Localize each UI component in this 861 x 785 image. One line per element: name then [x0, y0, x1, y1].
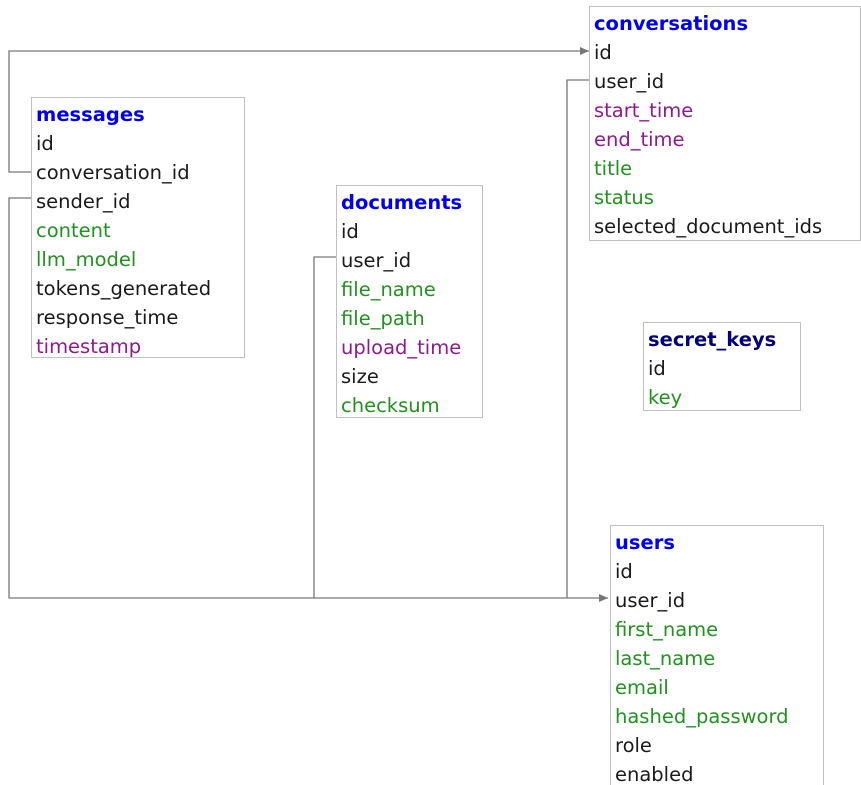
er-diagram-canvas: messages id conversation_id sender_id co…	[0, 0, 861, 785]
link-conversations-user-id-to-users-user-id	[566, 79, 591, 598]
table-title: messages	[36, 103, 145, 126]
field-end-time: end_time	[594, 128, 685, 151]
field-title: title	[594, 157, 633, 180]
field-file-name: file_name	[341, 278, 436, 301]
field-checksum: checksum	[341, 394, 440, 417]
field-sender-id: sender_id	[36, 190, 131, 213]
table-title: documents	[341, 191, 463, 214]
field-last-name: last_name	[615, 647, 716, 670]
link-documents-user-id-to-users-user-id	[313, 256, 338, 598]
table-users[interactable]: users id user_id first_name last_name em…	[610, 525, 824, 785]
field-user-id: user_id	[615, 589, 686, 612]
field-llm-model: llm_model	[36, 248, 137, 271]
field-size: size	[341, 365, 379, 388]
table-documents[interactable]: documents id user_id file_name file_path…	[336, 185, 483, 418]
table-messages[interactable]: messages id conversation_id sender_id co…	[31, 97, 245, 358]
field-selected-document-ids: selected_document_ids	[594, 215, 823, 238]
field-upload-time: upload_time	[341, 336, 462, 359]
field-user-id: user_id	[594, 70, 665, 93]
field-user-id: user_id	[341, 249, 412, 272]
field-conversation-id: conversation_id	[36, 161, 190, 184]
field-id: id	[594, 41, 612, 64]
field-key: key	[648, 386, 683, 409]
field-id: id	[36, 132, 54, 155]
field-id: id	[615, 560, 633, 583]
table-title: conversations	[594, 12, 749, 35]
field-tokens-generated: tokens_generated	[36, 277, 212, 300]
field-timestamp: timestamp	[36, 335, 142, 358]
field-content: content	[36, 219, 111, 242]
field-id: id	[648, 357, 666, 380]
field-id: id	[341, 220, 359, 243]
field-start-time: start_time	[594, 99, 694, 122]
field-hashed-password: hashed_password	[615, 705, 789, 728]
field-response-time: response_time	[36, 306, 179, 329]
field-status: status	[594, 186, 654, 209]
table-secret-keys[interactable]: secret_keys id key	[643, 322, 801, 411]
table-conversations[interactable]: conversations id user_id start_time end_…	[589, 6, 861, 241]
field-enabled: enabled	[615, 763, 694, 785]
field-first-name: first_name	[615, 618, 719, 641]
field-email: email	[615, 676, 669, 699]
field-file-path: file_path	[341, 307, 425, 330]
field-role: role	[615, 734, 652, 757]
table-title: secret_keys	[648, 328, 777, 351]
table-title: users	[615, 531, 675, 554]
